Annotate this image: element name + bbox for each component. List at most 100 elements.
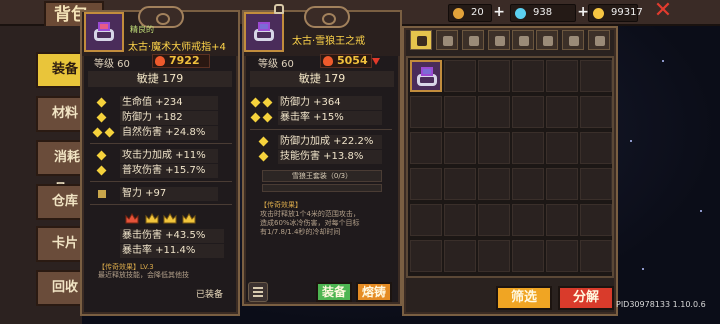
bag-slot[interactable] (512, 240, 544, 272)
divider (90, 181, 232, 182)
currency-value: 20 (471, 7, 484, 18)
equip-button[interactable]: 装备 (316, 282, 352, 302)
item-slot[interactable] (244, 12, 284, 52)
star-icon (104, 127, 115, 138)
nav-item-consumables[interactable]: 消耗品 (36, 140, 82, 197)
tab-boots[interactable] (536, 30, 558, 50)
item-level: 等级 60 (94, 59, 130, 70)
set-progress: 雪狼王套装（0/3） (262, 170, 382, 182)
ring-icon (569, 36, 579, 46)
stat-line: 防御力 +364 (250, 96, 392, 110)
bag-slot[interactable] (444, 240, 476, 272)
bag-slot[interactable] (478, 204, 510, 236)
bag-slot[interactable] (410, 168, 442, 200)
item-slot[interactable] (84, 12, 124, 52)
star-decoration (642, 268, 644, 270)
scroll-handle[interactable] (304, 6, 350, 28)
crown-icon (145, 210, 159, 224)
bag-slot[interactable] (512, 168, 544, 200)
item-level: 等级 60 (258, 59, 294, 70)
stat-line: 普攻伤害 +15.7% (94, 164, 234, 178)
bag-slot[interactable] (478, 132, 510, 164)
smelt-button[interactable]: 熔铸 (356, 282, 392, 302)
legend-title: 【传奇效果】 (260, 201, 302, 209)
bag-slot[interactable] (512, 96, 544, 128)
bag-slot[interactable] (512, 132, 544, 164)
bag-slot[interactable] (580, 240, 612, 272)
bag-slot[interactable] (546, 168, 578, 200)
close-icon[interactable]: ✕ (652, 0, 674, 23)
bag-slot[interactable] (444, 132, 476, 164)
nav-item-warehouse[interactable]: 仓库 (36, 184, 82, 220)
tab-armor[interactable] (512, 30, 534, 50)
list-icon (253, 287, 263, 289)
star-icon (250, 112, 261, 123)
bag-slot[interactable] (512, 204, 544, 236)
bag-slot[interactable] (478, 240, 510, 272)
stat-line: 暴击伤害 +43.5% (94, 229, 234, 243)
bag-slot[interactable] (410, 204, 442, 236)
decompose-button[interactable]: 分解 (558, 286, 614, 310)
bag-slot[interactable] (410, 240, 442, 272)
bag-slot[interactable] (546, 60, 578, 92)
bag-slot[interactable] (512, 60, 544, 92)
tab-gloves[interactable] (462, 30, 484, 50)
bag-slot[interactable] (478, 60, 510, 92)
tab-helmet[interactable] (488, 30, 510, 50)
bag-slot[interactable] (410, 132, 442, 164)
star-icon (262, 97, 273, 108)
bag-slot[interactable] (546, 96, 578, 128)
add-currency-button[interactable]: + (493, 4, 505, 20)
bag-slot[interactable] (444, 168, 476, 200)
stat-line: 防御力 +182 (94, 111, 234, 125)
legend-text: 有1/7.8/1.4秒的冷却时间 (260, 228, 341, 236)
bag-slot[interactable] (580, 96, 612, 128)
nav-item-cards[interactable]: 卡片 (36, 226, 82, 262)
bag-slot[interactable] (444, 204, 476, 236)
star-decoration (630, 140, 632, 142)
star-icon (92, 127, 103, 138)
hourglass-icon (98, 190, 106, 198)
bag-slot[interactable] (580, 168, 612, 200)
bag-slot-ring[interactable] (410, 60, 442, 92)
tab-settings[interactable] (588, 30, 610, 50)
bag-slot[interactable] (444, 60, 476, 92)
filter-button[interactable]: 筛选 (496, 286, 552, 310)
bag-slot[interactable] (478, 96, 510, 128)
star-icon (250, 97, 261, 108)
divider (90, 204, 232, 205)
lock-icon[interactable] (274, 4, 284, 14)
stat-line: 暴击率 +15% (250, 111, 392, 125)
star-icon (96, 112, 107, 123)
bag-slot[interactable] (478, 168, 510, 200)
tab-all[interactable] (410, 30, 432, 50)
boots-icon (543, 36, 553, 46)
tab-ring[interactable] (562, 30, 584, 50)
arrow-down-icon (372, 58, 380, 65)
glove-icon (469, 36, 479, 46)
gem-icon (515, 8, 526, 19)
bag-slot[interactable] (580, 60, 612, 92)
nav-item-materials[interactable]: 材料 (36, 96, 82, 132)
nav-item-recycle[interactable]: 回收 (36, 270, 82, 306)
bag-slot[interactable] (546, 132, 578, 164)
stat-line: 技能伤害 +13.8% (252, 150, 392, 164)
bag-slot[interactable] (410, 96, 442, 128)
ring-icon (252, 21, 276, 43)
bag-slot[interactable] (580, 132, 612, 164)
bag-slot[interactable] (444, 96, 476, 128)
list-button[interactable] (248, 282, 268, 302)
nav-item-equipment[interactable]: 装备 (36, 52, 82, 88)
bag-tabs (408, 30, 614, 50)
item-quality: 精良的 (130, 25, 154, 34)
tab-weapon[interactable] (436, 30, 458, 50)
stat-line: 生命值 +234 (94, 96, 234, 110)
ring-icon (415, 66, 439, 88)
legend-text: 造成60%冰冷伤害，对每个目标 (260, 219, 360, 227)
star-icon (96, 150, 107, 161)
stat-line: 自然伤害 +24.8% (92, 126, 234, 140)
bag-slot[interactable] (580, 204, 612, 236)
bag-slot[interactable] (546, 204, 578, 236)
item-name: 太古·魔术大师戒指+4 (128, 42, 226, 53)
bag-slot[interactable] (546, 240, 578, 272)
